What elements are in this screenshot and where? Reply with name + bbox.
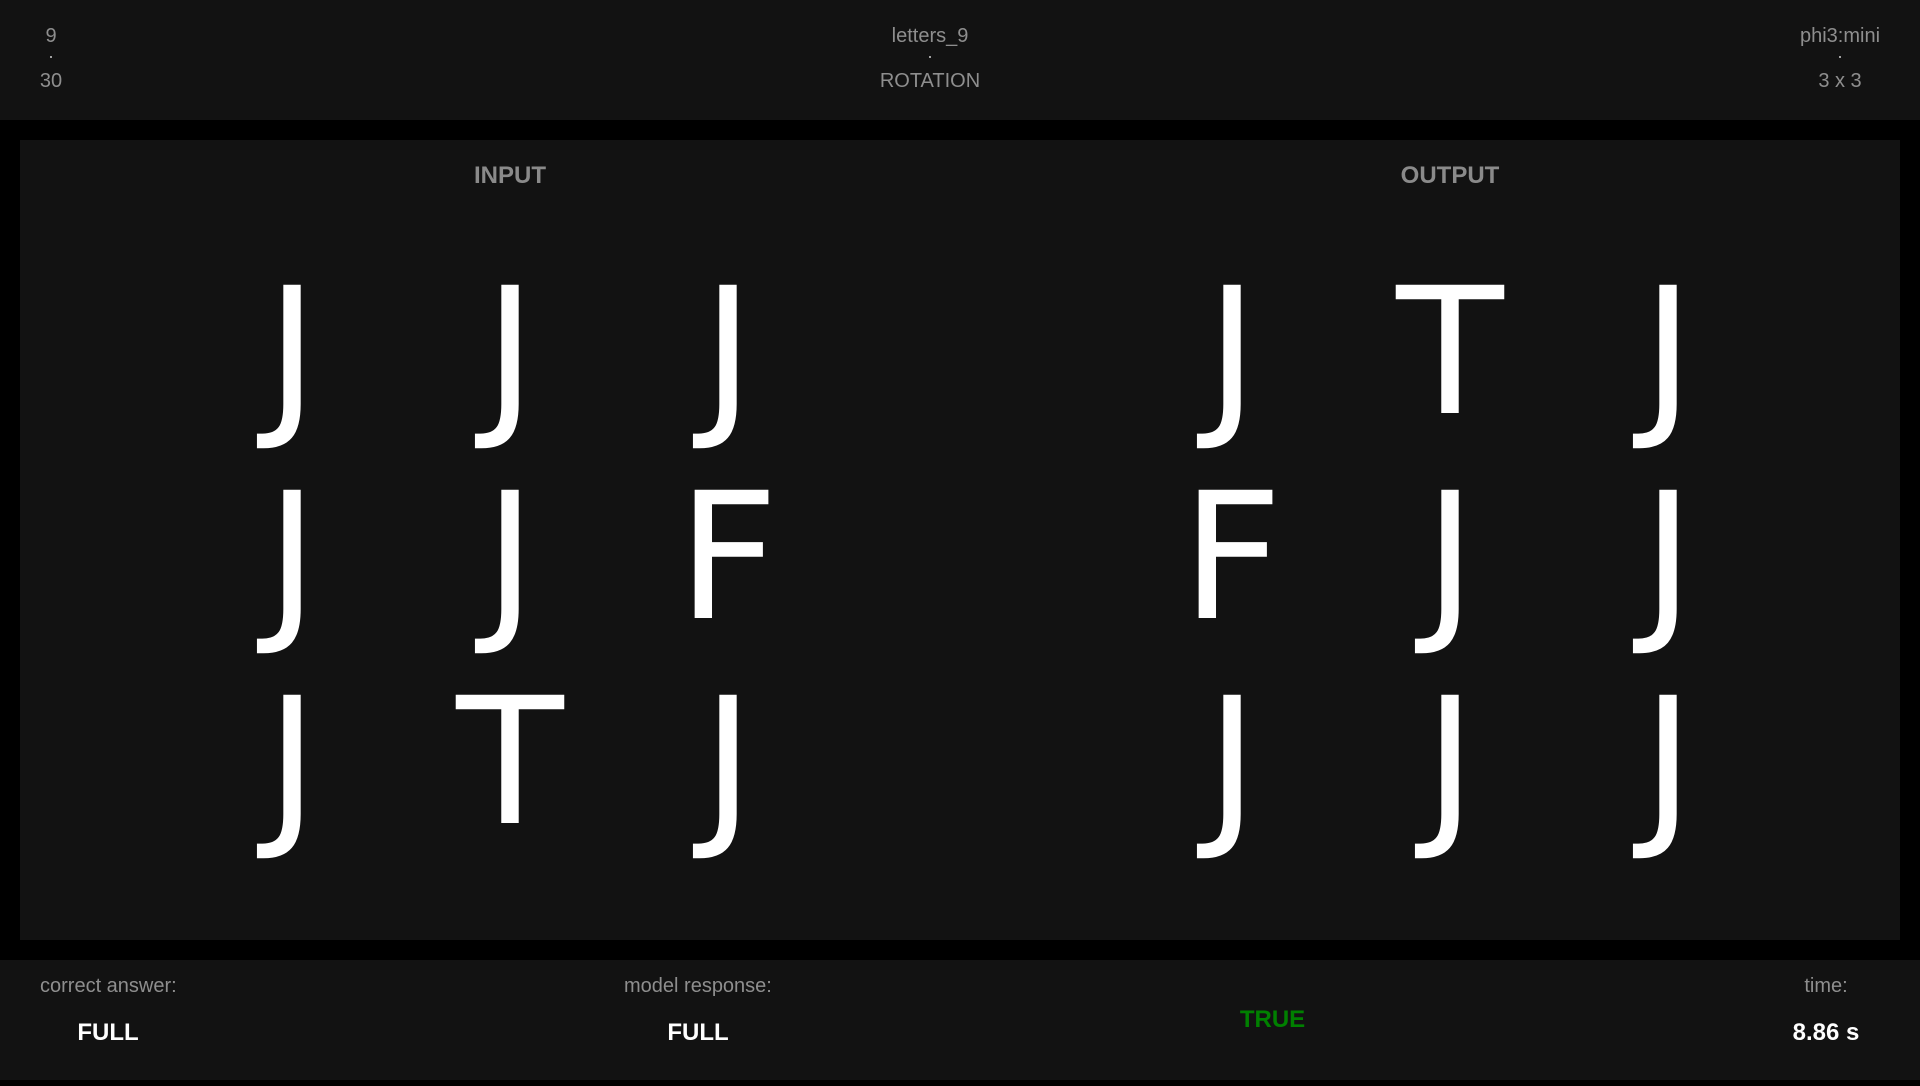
- input-cell: F: [677, 454, 779, 660]
- input-cell: J: [266, 659, 318, 865]
- time-value: 8.86 s: [1792, 1019, 1860, 1046]
- grid-size: 3 x 3: [1818, 70, 1862, 92]
- output-cell: J: [1206, 659, 1258, 865]
- input-title: INPUT: [474, 162, 546, 189]
- output-title: OUTPUT: [1400, 162, 1500, 189]
- output-cell: J: [1642, 249, 1694, 455]
- correct-answer-value: FULL: [77, 1019, 139, 1046]
- top-bar: 9 30 letters_9 ROTATION phi3:mini 3 x 3: [0, 0, 1920, 120]
- input-cell: J: [266, 454, 318, 660]
- separator-dot: [50, 56, 52, 58]
- model-response-label: model response:: [624, 975, 772, 997]
- time-label: time:: [1804, 975, 1848, 997]
- input-cell: J: [702, 249, 754, 455]
- output-cell: T: [1396, 249, 1504, 455]
- separator-dot: [929, 56, 931, 58]
- task-info: letters_9 ROTATION: [810, 24, 1050, 93]
- result-bar: correct answer: FULL model response: FUL…: [0, 960, 1920, 1080]
- input-cell: J: [702, 659, 754, 865]
- input-grid: J J J J J F J T J: [183, 250, 837, 870]
- output-cell: F: [1181, 454, 1283, 660]
- verdict-badge: TRUE: [1239, 1006, 1306, 1033]
- model-info: phi3:mini 3 x 3: [1780, 24, 1900, 93]
- output-cell: J: [1424, 659, 1476, 865]
- output-cell: J: [1642, 454, 1694, 660]
- model-response-value: FULL: [667, 1019, 729, 1046]
- comparison-panel: INPUT OUTPUT J J J J J F J T J J T J F J…: [20, 140, 1900, 940]
- separator-dot: [1839, 56, 1841, 58]
- progress-counter: 9 30: [30, 24, 72, 93]
- output-grid: J T J F J J J J J: [1123, 250, 1777, 870]
- correct-answer-label: correct answer:: [40, 975, 177, 997]
- input-cell: J: [484, 249, 536, 455]
- task-name: letters_9: [891, 25, 969, 47]
- total-count: 30: [39, 70, 63, 92]
- input-cell: J: [266, 249, 318, 455]
- model-name: phi3:mini: [1799, 25, 1881, 47]
- input-cell: T: [456, 659, 564, 865]
- input-cell: J: [484, 454, 536, 660]
- task-type: ROTATION: [879, 70, 981, 92]
- output-cell: J: [1206, 249, 1258, 455]
- current-index: 9: [45, 25, 57, 47]
- output-cell: J: [1424, 454, 1476, 660]
- output-cell: J: [1642, 659, 1694, 865]
